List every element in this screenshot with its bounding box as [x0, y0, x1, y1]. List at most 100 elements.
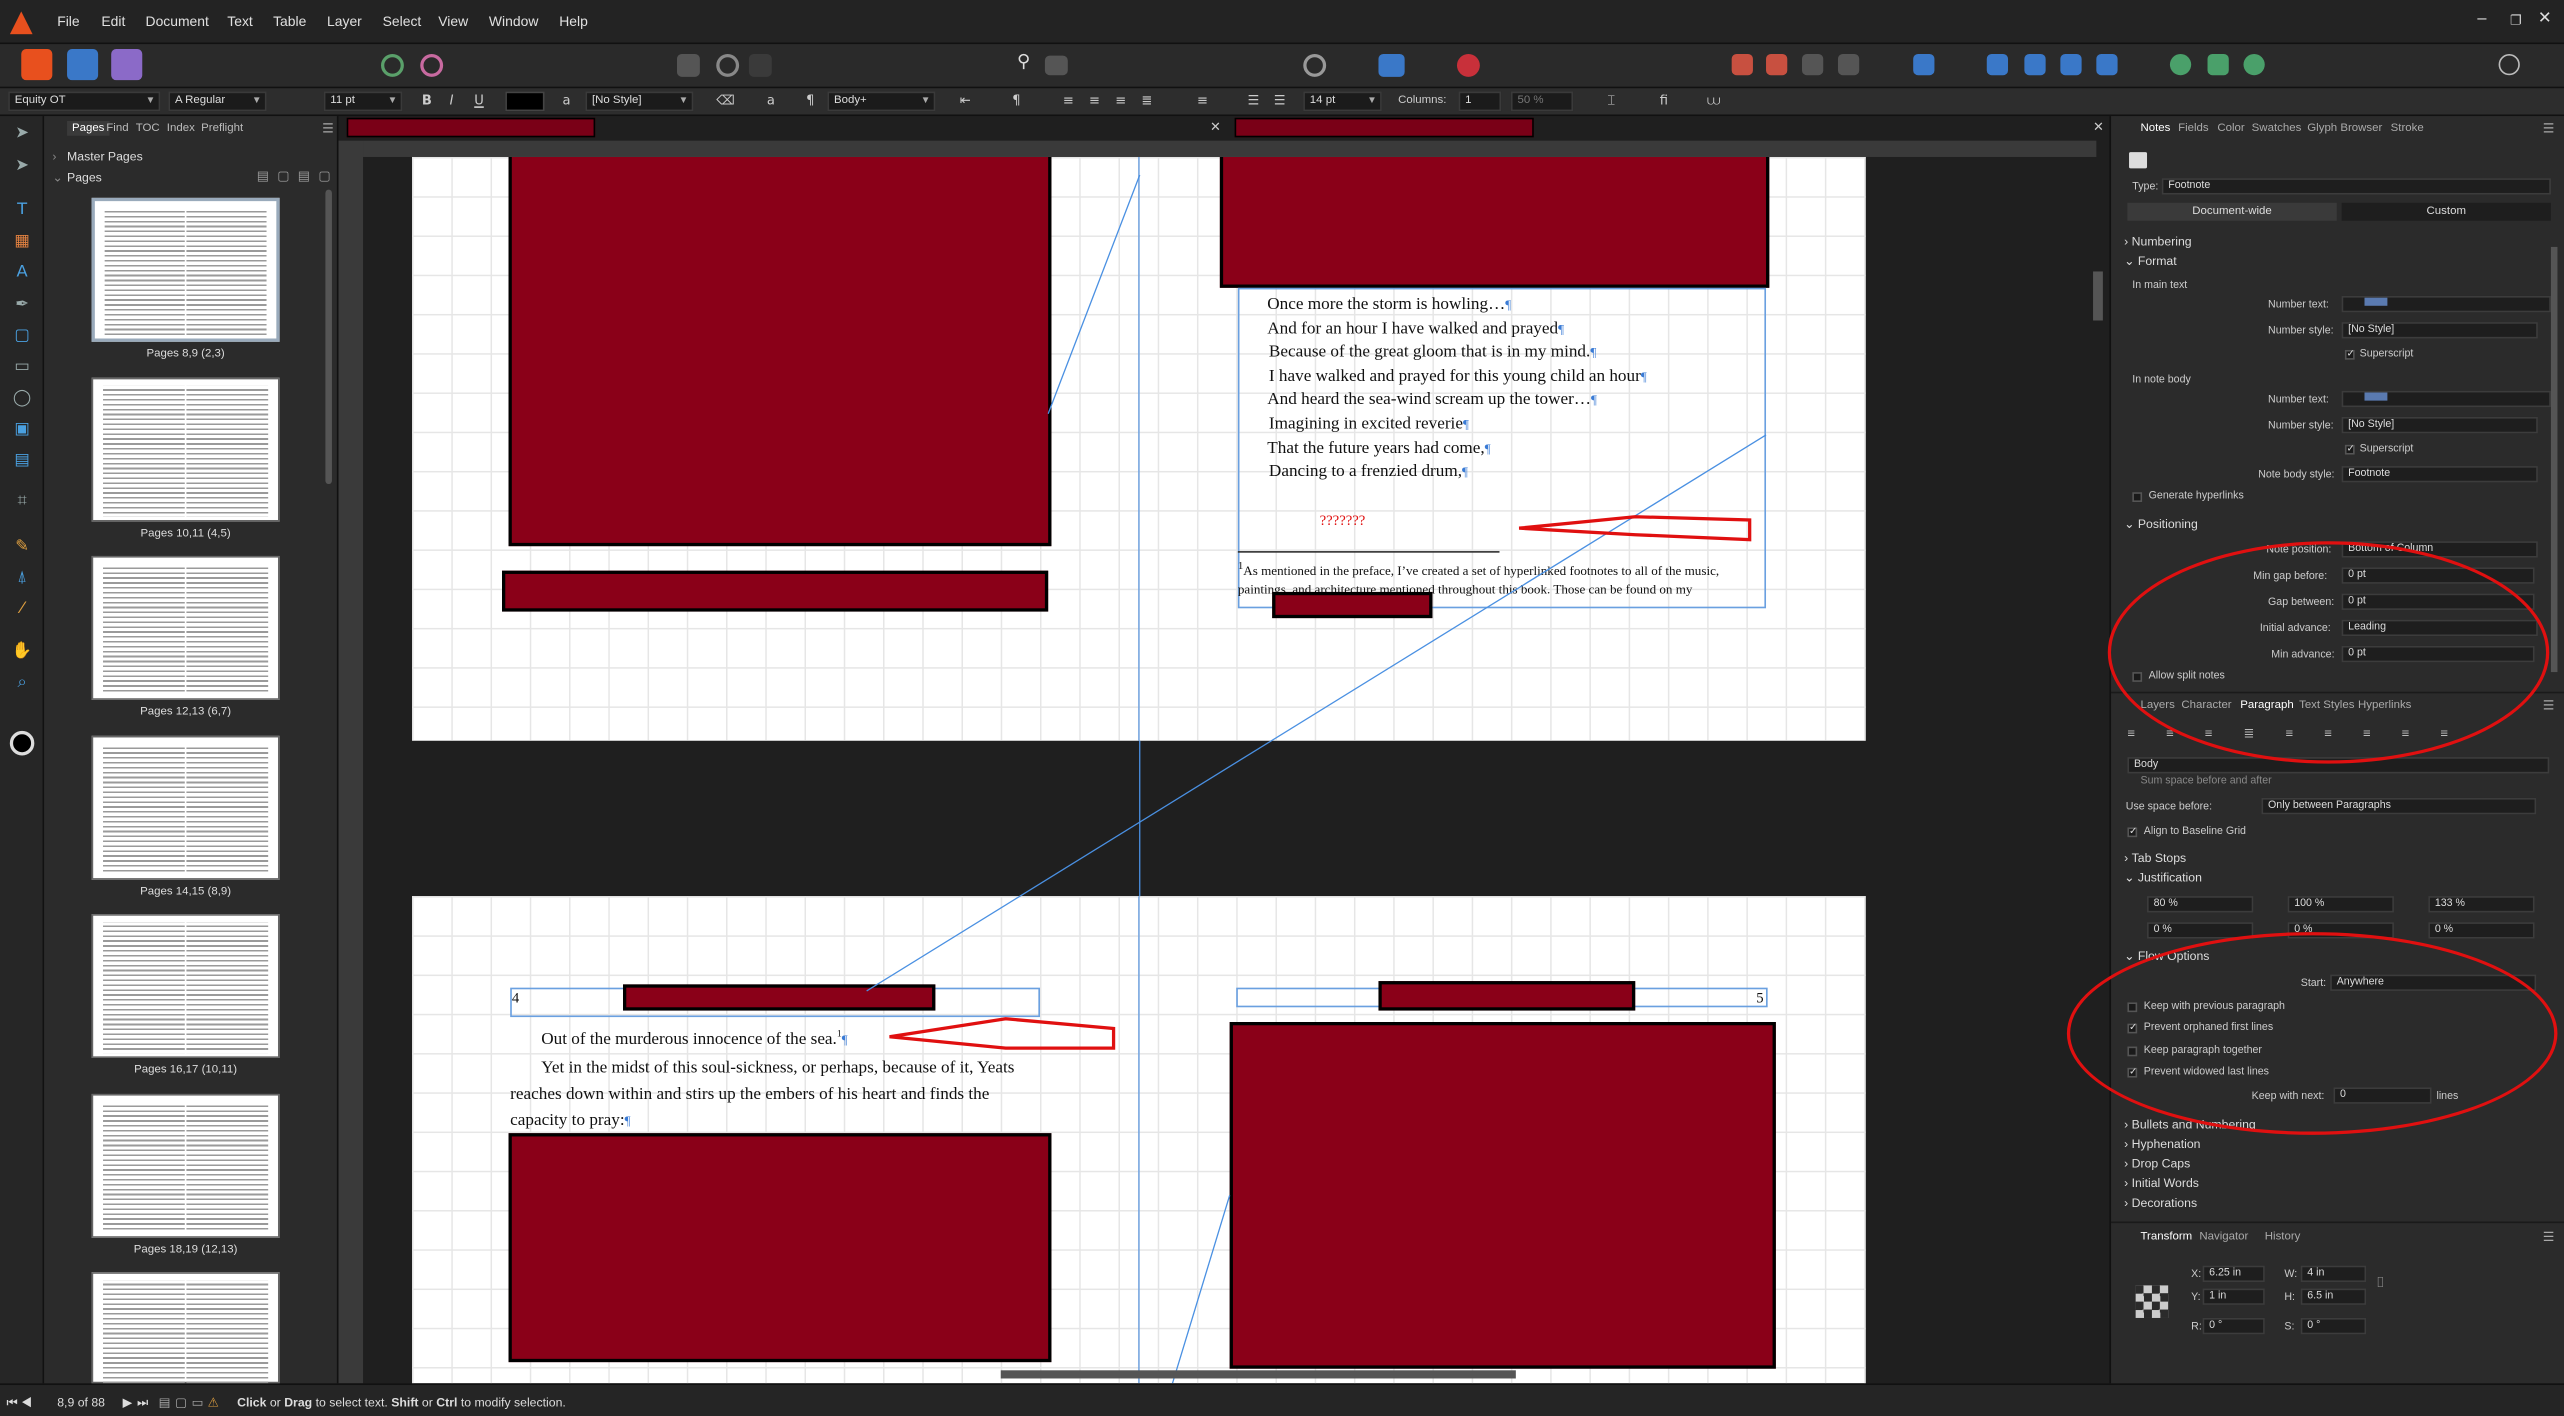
note-number-style-select[interactable]: [No Style]: [2341, 416, 2538, 434]
pages-scrollbar[interactable]: [325, 189, 332, 485]
panel-menu-icon[interactable]: ☰: [322, 121, 334, 136]
table-icon[interactable]: [748, 53, 772, 77]
document-wide-button[interactable]: Document-wide: [2127, 202, 2337, 221]
tab-pages[interactable]: Pages: [67, 121, 110, 136]
pen-tool-icon[interactable]: ✒: [11, 296, 32, 314]
generate-hyperlinks-checkbox[interactable]: [2132, 492, 2143, 503]
show-pilcrow-icon[interactable]: ¶: [1012, 93, 1020, 108]
r-field[interactable]: 0 °: [2202, 1317, 2265, 1335]
arrange-forward-icon[interactable]: [1801, 53, 1824, 76]
snapping-icon[interactable]: [420, 53, 444, 77]
page-nav-last-icon[interactable]: ▶⏭: [123, 1395, 153, 1411]
flip-horizontal-icon[interactable]: [1986, 53, 2009, 76]
transparency-tool-icon[interactable]: ⍋: [11, 569, 32, 587]
place-image-icon[interactable]: ▤: [11, 451, 32, 469]
menu-layer[interactable]: Layer: [327, 13, 362, 29]
table-tool-icon[interactable]: ▦: [11, 232, 32, 250]
circle-frame-icon[interactable]: [716, 53, 740, 77]
canvas-scrollbar-h[interactable]: [1000, 1370, 1516, 1379]
canvas-scrollbar-v[interactable]: [2093, 271, 2103, 321]
hyphenation-section[interactable]: › Hyphenation: [2124, 1136, 2200, 1151]
drop-caps-section[interactable]: › Drop Caps: [2124, 1156, 2190, 1171]
tab-history[interactable]: History: [2265, 1231, 2301, 1242]
arrange-back-icon[interactable]: [1731, 53, 1753, 76]
pages-label[interactable]: Pages: [67, 170, 102, 185]
page-thumb-1[interactable]: [91, 197, 280, 342]
underline-icon[interactable]: U: [474, 93, 484, 108]
arrange-front-icon[interactable]: [1837, 53, 1860, 76]
note-body-style-select[interactable]: Footnote: [2341, 466, 2538, 483]
letter-spacing-max-field[interactable]: 0 %: [2428, 922, 2535, 939]
clear-para-style-icon[interactable]: ⇤: [960, 93, 971, 108]
ellipse-tool-icon[interactable]: ◯: [11, 389, 32, 407]
text-color-swatch[interactable]: [505, 91, 545, 112]
s-field[interactable]: 0 °: [2300, 1317, 2367, 1335]
publisher-persona-icon[interactable]: [21, 49, 53, 81]
page-thumb-4[interactable]: [91, 735, 280, 880]
number-text-field[interactable]: [2341, 295, 2551, 313]
h-field[interactable]: 6.5 in: [2300, 1288, 2367, 1305]
minimize-icon[interactable]: –: [2477, 10, 2486, 28]
pin-icon[interactable]: ⚲: [1009, 51, 1038, 80]
custom-button[interactable]: Custom: [2341, 202, 2551, 221]
page-indicator[interactable]: 8,9 of 88: [57, 1395, 105, 1410]
tab-notes[interactable]: Notes: [2140, 123, 2170, 134]
numbering-icon[interactable]: ☰: [1274, 93, 1286, 108]
align-center-icon[interactable]: ≡: [1089, 93, 1100, 108]
color-swatch-icon[interactable]: [9, 730, 35, 756]
align-left-icon[interactable]: ≡: [1063, 93, 1074, 108]
place-icon[interactable]: [1044, 55, 1068, 76]
settings-icon[interactable]: [381, 53, 404, 77]
page-thumb-6[interactable]: [91, 1093, 280, 1238]
close-icon[interactable]: ✕: [2538, 10, 2552, 28]
bullets-icon[interactable]: ☰: [1248, 93, 1260, 108]
page-thumb-2[interactable]: [91, 377, 280, 522]
fill-tool-icon[interactable]: ✎: [11, 538, 32, 556]
leading-select[interactable]: 14 pt ▼: [1303, 91, 1382, 112]
menu-file[interactable]: File: [57, 13, 79, 29]
page-nav-first-icon[interactable]: ⏮◀: [7, 1395, 36, 1411]
justification-section[interactable]: ⌄ Justification: [2124, 870, 2202, 885]
boolean-subtract-icon[interactable]: [2207, 53, 2229, 76]
color-picker-icon[interactable]: ⁄: [11, 600, 32, 618]
word-spacing-desired-field[interactable]: 100 %: [2287, 896, 2394, 913]
note-superscript-checkbox[interactable]: ✓: [2344, 444, 2355, 455]
page-thumb-5[interactable]: [91, 914, 280, 1058]
align-right-icon[interactable]: ≡: [1115, 93, 1126, 108]
text-case-icon[interactable]: a: [767, 93, 775, 108]
rectangle-tool-icon[interactable]: ▭: [11, 358, 32, 376]
zoom-tool-icon[interactable]: ⌕: [11, 674, 32, 692]
boolean-add-icon[interactable]: [2169, 53, 2192, 76]
tab-color[interactable]: Color: [2217, 123, 2244, 134]
master-pages-label[interactable]: Master Pages: [67, 149, 143, 164]
account-icon[interactable]: [2498, 53, 2520, 76]
word-spacing-min-field[interactable]: 80 %: [2147, 896, 2254, 913]
preflight-icon[interactable]: [1303, 53, 1327, 77]
preflight-status-icon[interactable]: ⚠: [208, 1395, 219, 1410]
magnet-icon[interactable]: [1456, 53, 1480, 77]
menu-document[interactable]: Document: [146, 13, 209, 29]
menu-window[interactable]: Window: [489, 13, 538, 29]
tab-stroke[interactable]: Stroke: [2391, 123, 2424, 134]
frame-text-tool-icon[interactable]: T: [11, 201, 32, 219]
note-number-text-field[interactable]: [2341, 390, 2551, 408]
use-space-select[interactable]: Only between Paragraphs: [2261, 797, 2537, 815]
crop-tool-icon[interactable]: ⌗: [11, 492, 32, 510]
paragraph-style-select[interactable]: Body+ ▼: [827, 91, 936, 112]
tab-preflight[interactable]: Preflight: [201, 123, 243, 134]
font-size-select[interactable]: 11 pt ▼: [323, 91, 403, 112]
tab-index[interactable]: Index: [167, 123, 195, 134]
vertical-align-icon[interactable]: ≡: [1197, 93, 1208, 108]
panel-menu-icon[interactable]: ☰: [2543, 121, 2555, 136]
numbering-section[interactable]: › Numbering: [2124, 234, 2192, 249]
format-section[interactable]: ⌄ Format: [2124, 253, 2177, 268]
positioning-section[interactable]: ⌄ Positioning: [2124, 517, 2198, 532]
anchor-point-selector[interactable]: [2135, 1285, 2169, 1318]
artistic-text-tool-icon[interactable]: A: [11, 263, 32, 281]
tab-swatches[interactable]: Swatches: [2252, 123, 2302, 134]
align-baseline-checkbox[interactable]: ✓: [2127, 827, 2137, 838]
notes-scrollbar[interactable]: [2550, 246, 2558, 673]
ligature-icon[interactable]: fi: [1660, 93, 1668, 108]
node-tool-icon[interactable]: ➤: [11, 157, 32, 175]
font-family-select[interactable]: Equity OT ▼: [8, 91, 161, 112]
